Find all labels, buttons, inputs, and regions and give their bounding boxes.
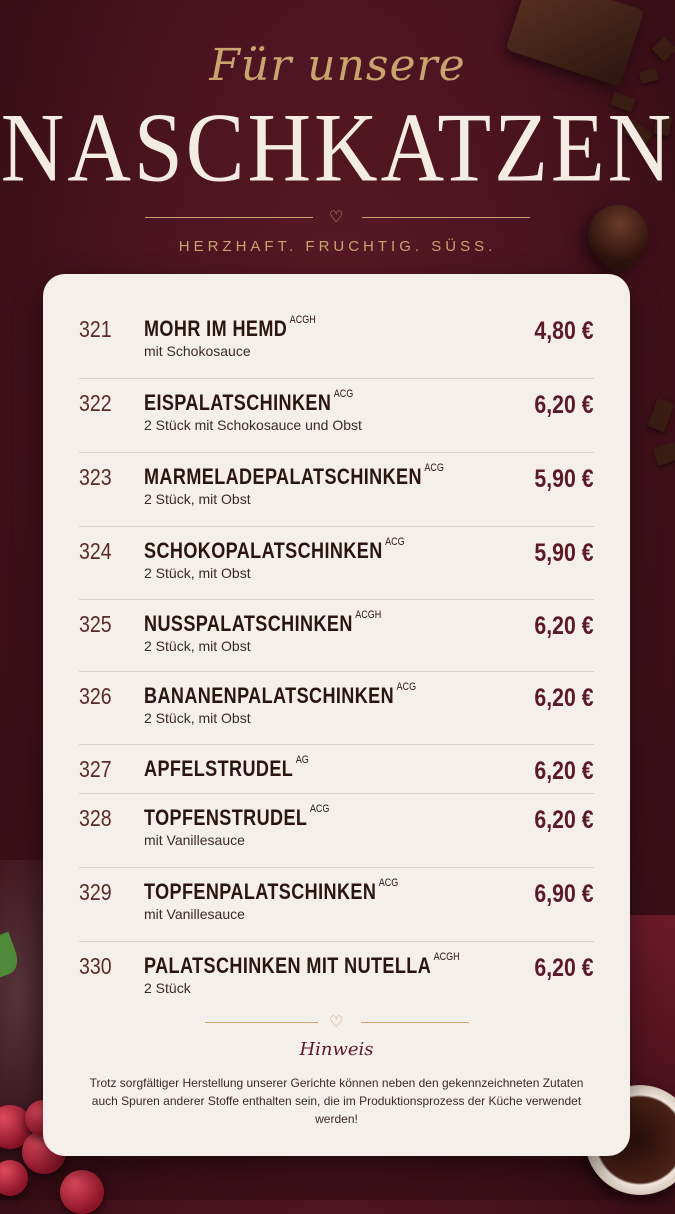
item-description: 2 Stück, mit Obst	[144, 565, 251, 581]
item-name: TOPFENSTRUDEL	[144, 805, 308, 830]
item-name-wrap: MOHR IM HEMD ACGH	[144, 314, 316, 342]
item-price: 6,20 €	[534, 954, 594, 982]
item-price: 6,20 €	[534, 806, 594, 834]
item-name: MOHR IM HEMD	[144, 316, 288, 341]
item-description: mit Schokosauce	[144, 343, 251, 359]
item-name: APFELSTRUDEL	[144, 756, 294, 781]
menu-item: 328 TOPFENSTRUDEL ACG mit Vanillesauce 6,20 …	[79, 803, 594, 868]
chocolate-piece	[652, 441, 675, 467]
item-name-wrap: NUSSPALATSCHINKEN ACGH	[144, 609, 382, 637]
allergen-codes: ACG	[424, 462, 444, 474]
menu-item: 329 TOPFENPALATSCHINKEN ACG mit Vanillesauc…	[79, 877, 594, 942]
item-name: TOPFENPALATSCHINKEN	[144, 879, 377, 904]
item-name-wrap: SCHOKOPALATSCHINKEN ACG	[144, 536, 405, 564]
item-name-wrap: TOPFENSTRUDEL ACG	[144, 803, 330, 831]
allergen-codes: ACG	[333, 388, 354, 400]
heart-icon: ♡	[329, 1012, 344, 1031]
item-name-wrap: TOPFENPALATSCHINKEN ACG	[144, 877, 399, 905]
note-divider-left	[205, 1022, 318, 1023]
item-description: 2 Stück	[144, 980, 191, 996]
menu-item: 326 BANANENPALATSCHINKEN ACG 2 Stück, mit O…	[79, 681, 594, 745]
item-price: 6,20 €	[534, 757, 594, 785]
raspberry-image	[60, 1170, 104, 1214]
item-price: 5,90 €	[534, 465, 594, 493]
allergen-codes: ACG	[385, 536, 405, 548]
script-title: Für unsere	[209, 40, 466, 91]
item-name: PALATSCHINKEN MIT NUTELLA	[144, 953, 432, 978]
header-divider-left	[145, 217, 313, 218]
menu-item: 330 PALATSCHINKEN MIT NUTELLA ACGH 2 Stück 6…	[79, 951, 594, 1015]
item-number: 322	[79, 390, 112, 416]
item-price: 6,20 €	[534, 391, 594, 419]
item-name: BANANENPALATSCHINKEN	[144, 683, 395, 708]
header-divider-right	[362, 217, 530, 218]
allergen-codes: ACGH	[289, 314, 316, 326]
allergen-codes: ACGH	[433, 951, 460, 963]
chocolate-piece	[647, 397, 675, 433]
item-price: 5,90 €	[534, 539, 594, 567]
item-description: mit Vanillesauce	[144, 906, 245, 922]
menu-item: 321 MOHR IM HEMD ACGH mit Schokosauce 4,80 €	[79, 314, 594, 379]
item-number: 326	[79, 683, 112, 709]
item-description: 2 Stück, mit Obst	[144, 638, 251, 654]
item-number: 328	[79, 805, 112, 831]
item-number: 323	[79, 464, 112, 490]
item-number: 325	[79, 611, 112, 637]
heart-chocolate-image	[575, 192, 661, 278]
item-name: MARMELADEPALATSCHINKEN	[144, 464, 422, 489]
item-name: EISPALATSCHINKEN	[144, 390, 332, 415]
note-title: Hinweis	[299, 1039, 374, 1060]
menu-item: 324 SCHOKOPALATSCHINKEN ACG 2 Stück, mit Ob…	[79, 536, 594, 600]
item-name: SCHOKOPALATSCHINKEN	[144, 538, 383, 563]
menu-card: 321 MOHR IM HEMD ACGH mit Schokosauce 4,80 €…	[43, 274, 630, 1156]
page-title: NASCHKATZEN	[0, 94, 675, 203]
tagline: HERZHAFT. FRUCHTIG. SÜSS.	[178, 238, 497, 255]
item-price: 6,20 €	[534, 612, 594, 640]
item-price: 6,20 €	[534, 684, 594, 712]
item-description: 2 Stück, mit Obst	[144, 491, 251, 507]
item-name-wrap: EISPALATSCHINKEN ACG	[144, 388, 354, 416]
item-name-wrap: MARMELADEPALATSCHINKEN ACG	[144, 462, 444, 490]
menu-item: 327 APFELSTRUDEL AG 6,20 €	[79, 754, 594, 794]
allergen-codes: ACG	[396, 681, 417, 693]
heart-icon: ♡	[329, 207, 344, 226]
item-description: mit Vanillesauce	[144, 832, 245, 848]
item-number: 330	[79, 953, 112, 979]
menu-item: 325 NUSSPALATSCHINKEN ACGH 2 Stück, mit Obs…	[79, 609, 594, 672]
item-price: 6,90 €	[534, 880, 594, 908]
allergen-codes: ACGH	[355, 609, 382, 621]
menu-item: 322 EISPALATSCHINKEN ACG 2 Stück mit Schoko…	[79, 388, 594, 453]
item-number: 321	[79, 316, 112, 342]
allergen-codes: AG	[295, 754, 309, 766]
item-description: 2 Stück, mit Obst	[144, 710, 251, 726]
item-number: 327	[79, 756, 112, 782]
note-text: Trotz sorgfältiger Herstellung unserer G…	[89, 1076, 584, 1126]
item-price: 4,80 €	[534, 317, 594, 345]
item-name: NUSSPALATSCHINKEN	[144, 611, 353, 636]
note-divider-right	[361, 1022, 469, 1023]
allergen-codes: ACG	[309, 803, 330, 815]
item-number: 324	[79, 538, 112, 564]
item-name-wrap: BANANENPALATSCHINKEN ACG	[144, 681, 417, 709]
allergen-codes: ACG	[378, 877, 399, 889]
item-number: 329	[79, 879, 112, 905]
item-name-wrap: APFELSTRUDEL AG	[144, 754, 309, 782]
item-description: 2 Stück mit Schokosauce und Obst	[144, 417, 362, 433]
menu-item: 323 MARMELADEPALATSCHINKEN ACG 2 Stück, mit…	[79, 462, 594, 527]
item-name-wrap: PALATSCHINKEN MIT NUTELLA ACGH	[144, 951, 460, 979]
